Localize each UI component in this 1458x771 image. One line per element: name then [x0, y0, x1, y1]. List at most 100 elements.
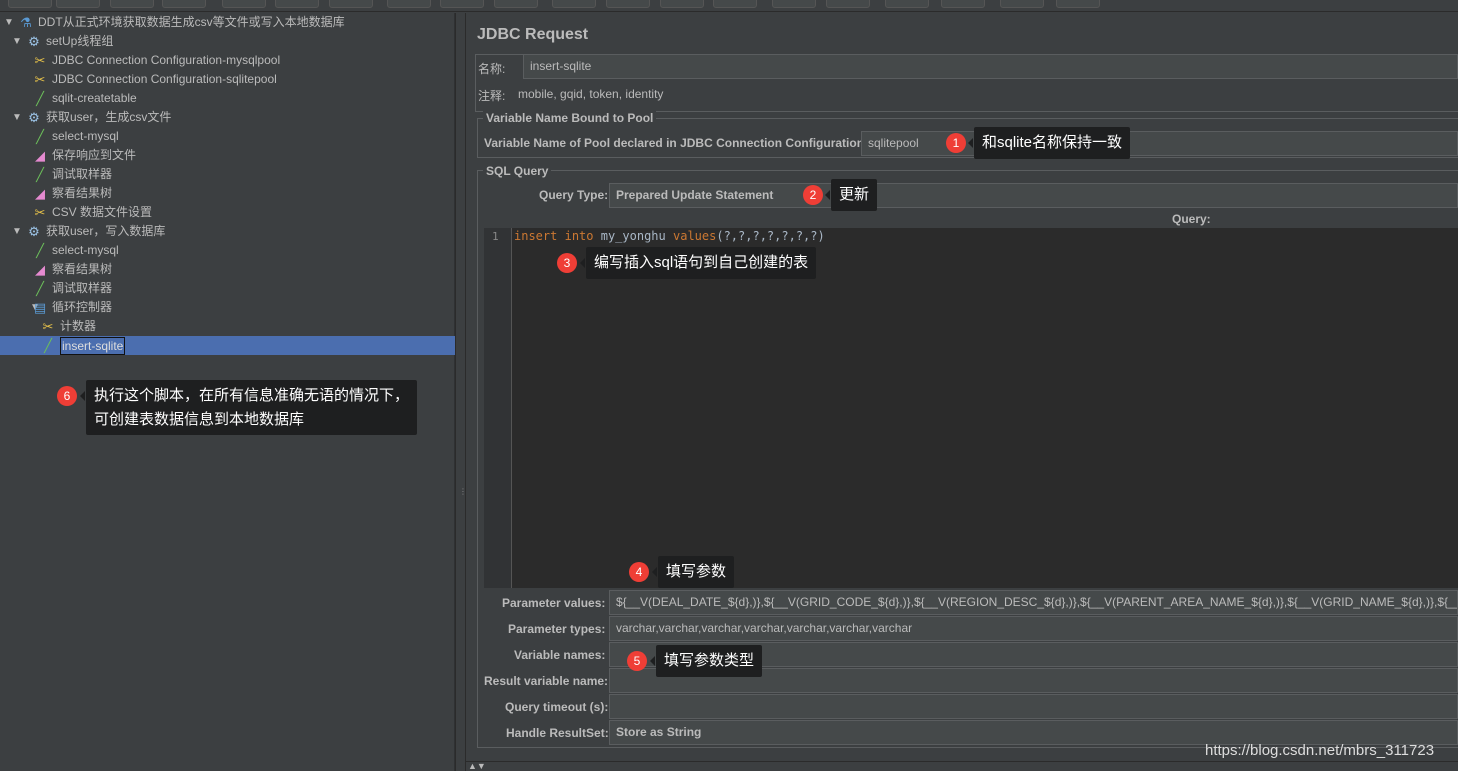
tree-item[interactable]: ◢ 察看结果树 — [0, 260, 455, 279]
tree-item[interactable]: ╱ 调试取样器 — [0, 165, 455, 184]
toolbar-button[interactable] — [1056, 0, 1100, 8]
annotation-1: 和sqlite名称保持一致 — [967, 127, 1131, 159]
tree-item[interactable]: ▼ ▤ 循环控制器 — [0, 298, 455, 317]
sampler-pipette-icon: ╱ — [36, 243, 44, 258]
tree-item[interactable]: ╱ sqlit-createtable — [0, 89, 455, 108]
param-values-label: Parameter values: — [502, 596, 606, 610]
toolbar-button[interactable] — [606, 0, 650, 8]
expand-toggle-icon[interactable]: ▼ — [12, 32, 22, 51]
listener-chart-icon: ◢ — [35, 186, 45, 201]
toolbar-button[interactable] — [8, 0, 52, 8]
splitter[interactable] — [455, 13, 466, 771]
tree-item[interactable]: ◢ 察看结果树 — [0, 184, 455, 203]
tree-item-label: insert-sqlite — [60, 337, 126, 355]
code-args: (?,?,?,?,?,?,?) — [716, 229, 825, 243]
annotation-badge-2: 2 — [803, 185, 823, 205]
tree-item[interactable]: ╱ select-mysql — [0, 127, 455, 146]
collapse-arrows-icon[interactable]: ▲▼ — [468, 761, 486, 771]
annotation-6: 执行这个脚本，在所有信息准确无语的情况下， 可创建表数据信息到本地数据库 — [79, 380, 418, 435]
expand-toggle-icon[interactable]: ▼ — [12, 222, 22, 241]
toolbar-button[interactable] — [826, 0, 870, 8]
param-types-input[interactable]: varchar,varchar,varchar,varchar,varchar,… — [609, 616, 1458, 641]
sampler-pipette-icon: ╱ — [36, 129, 44, 144]
page-title: JDBC Request — [477, 26, 589, 43]
expand-toggle-icon[interactable]: ▼ — [12, 108, 22, 127]
toolbar-button[interactable] — [387, 0, 431, 8]
toolbar-button[interactable] — [329, 0, 373, 8]
toolbar-button[interactable] — [885, 0, 929, 8]
tree-item[interactable]: ▼ ⚙ setUp线程组 — [0, 32, 455, 51]
watermark: https://blog.csdn.net/mbrs_311723 — [1205, 742, 1435, 759]
tree-item-label: 获取user，写入数据库 — [46, 224, 166, 238]
toolbar-button[interactable] — [772, 0, 816, 8]
tree-item[interactable]: ╱ insert-sqlite — [0, 336, 455, 355]
query-label: Query: — [1172, 212, 1211, 226]
param-values-input[interactable]: ${__V(DEAL_DATE_${d},)},${__V(GRID_CODE_… — [609, 590, 1458, 615]
comment-input[interactable]: mobile, gqid, token, identity — [518, 87, 663, 101]
code-keyword: insert — [514, 229, 558, 243]
tree-item-label: setUp线程组 — [46, 34, 114, 48]
loop-controller-icon: ▤ — [33, 300, 47, 315]
pool-label: Variable Name of Pool declared in JDBC C… — [484, 136, 869, 150]
query-type-label: Query Type: — [539, 188, 609, 202]
toolbar-button[interactable] — [275, 0, 319, 8]
config-wrench-icon: ✂ — [34, 53, 46, 68]
listener-chart-icon: ◢ — [35, 148, 45, 163]
toolbar-button[interactable] — [162, 0, 206, 8]
toolbar-button[interactable] — [56, 0, 100, 8]
tree-item[interactable]: ╱ 调试取样器 — [0, 279, 455, 298]
tree-item[interactable]: ✂ JDBC Connection Configuration-mysqlpool — [0, 51, 455, 70]
tree-item[interactable]: ✂ CSV 数据文件设置 — [0, 203, 455, 222]
name-label: 名称: — [478, 62, 506, 76]
variable-names-label: Variable names: — [514, 648, 606, 662]
tree-item[interactable]: ╱ select-mysql — [0, 241, 455, 260]
tree-item[interactable]: ✂ JDBC Connection Configuration-sqlitepoo… — [0, 70, 455, 89]
toolbar-button[interactable] — [110, 0, 154, 8]
sql-query-group-title: SQL Query — [483, 164, 552, 178]
bottom-bar: ▲▼ — [466, 761, 1458, 771]
toolbar-button[interactable] — [941, 0, 985, 8]
sampler-pipette-icon: ╱ — [36, 281, 44, 296]
toolbar-button[interactable] — [494, 0, 538, 8]
annotation-6-line-1: 执行这个脚本，在所有信息准确无语的情况下， — [94, 387, 410, 404]
tree-item[interactable]: ✂ 计数器 — [0, 317, 455, 336]
tree-item[interactable]: ▼ ⚙ 获取user，写入数据库 — [0, 222, 455, 241]
sampler-pipette-icon: ╱ — [36, 167, 44, 182]
code-keyword: into — [564, 229, 594, 243]
line-number: 1 — [492, 230, 499, 243]
annotation-badge-6: 6 — [57, 386, 77, 406]
sql-code[interactable]: insert into my_yonghu values(?,?,?,?,?,?… — [514, 229, 825, 243]
name-input[interactable]: insert-sqlite — [523, 54, 1458, 79]
tree-item-label: 察看结果树 — [52, 262, 113, 276]
param-types-label: Parameter types: — [508, 622, 606, 636]
tree-item-label: 获取user，生成csv文件 — [46, 110, 172, 124]
toolbar-button[interactable] — [222, 0, 266, 8]
thread-group-gear-icon: ⚙ — [28, 110, 40, 125]
toolbar-button[interactable] — [552, 0, 596, 8]
toolbar-button[interactable] — [660, 0, 704, 8]
query-timeout-input[interactable] — [609, 694, 1458, 719]
pool-group-title: Variable Name Bound to Pool — [483, 111, 657, 125]
config-wrench-icon: ✂ — [34, 205, 46, 220]
expand-toggle-icon[interactable]: ▼ — [4, 13, 14, 32]
tree-item-label: JDBC Connection Configuration-sqlitepool — [52, 72, 277, 86]
toolbar-button[interactable] — [1000, 0, 1044, 8]
config-wrench-icon: ✂ — [34, 72, 46, 87]
annotation-badge-5: 5 — [627, 651, 647, 671]
comment-label: 注释: — [478, 89, 506, 103]
listener-chart-icon: ◢ — [35, 262, 45, 277]
annotation-5: 填写参数类型 — [649, 645, 763, 677]
annotation-3: 编写插入sql语句到自己创建的表 — [579, 247, 817, 279]
annotation-4: 填写参数 — [651, 556, 735, 588]
toolbar-button[interactable] — [440, 0, 484, 8]
tree-item-label: CSV 数据文件设置 — [52, 205, 153, 219]
sql-query-editor[interactable]: 1 insert into my_yonghu values(?,?,?,?,?… — [484, 228, 1458, 588]
toolbar-button[interactable] — [713, 0, 757, 8]
tree-item[interactable]: ▼ ⚙ 获取user，生成csv文件 — [0, 108, 455, 127]
tree-item[interactable]: ▼ ⚗ DDT从正式环境获取数据生成csv等文件或写入本地数据库 — [0, 13, 455, 32]
thread-group-gear-icon: ⚙ — [28, 34, 40, 49]
toolbar — [0, 0, 1458, 12]
query-type-select[interactable]: Prepared Update Statement — [609, 183, 1458, 208]
tree-item[interactable]: ◢ 保存响应到文件 — [0, 146, 455, 165]
query-timeout-label: Query timeout (s): — [505, 700, 609, 714]
